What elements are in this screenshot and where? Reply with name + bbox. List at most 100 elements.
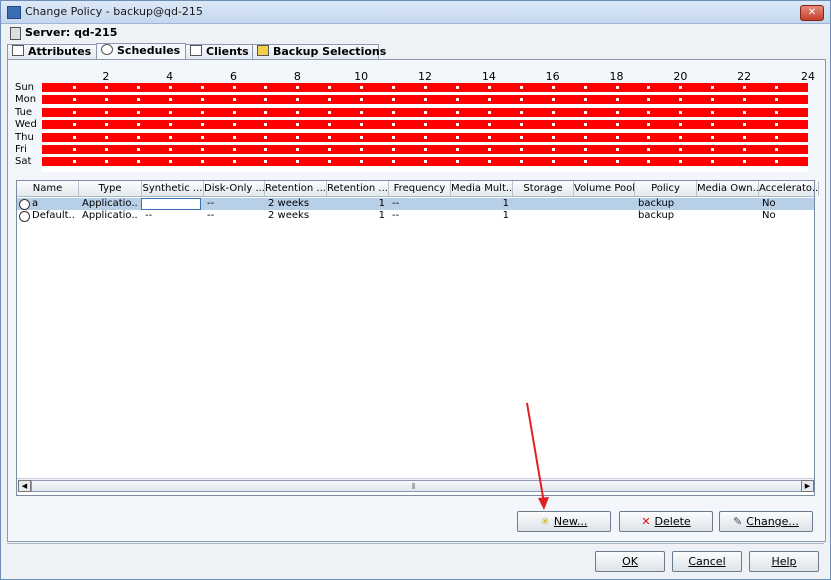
- scrollbar-thumb[interactable]: ⦀: [31, 480, 802, 492]
- star-new-icon: ✳: [540, 515, 550, 528]
- hour-tick: [328, 148, 332, 151]
- hour-tick: [743, 135, 747, 139]
- delete-button[interactable]: ✕ Delete: [619, 511, 713, 532]
- change-button[interactable]: ✎ Change...: [719, 511, 813, 532]
- hour-tick: [136, 86, 140, 89]
- schedules-table: Name Type Synthetic ... Disk-Only ... Retent…: [16, 180, 819, 496]
- column-header[interactable]: Type: [79, 181, 142, 196]
- hour-label: 16: [545, 70, 560, 83]
- hour-tick: [72, 110, 76, 114]
- column-header[interactable]: Storage: [513, 181, 574, 196]
- hour-tick: [551, 123, 555, 127]
- hour-tick: [519, 123, 523, 127]
- tab-schedules-label: Schedules: [117, 44, 181, 57]
- hour-tick: [519, 148, 523, 151]
- hour-tick: [711, 123, 715, 127]
- ok-button[interactable]: OK: [595, 551, 665, 572]
- hour-tick: [392, 123, 396, 127]
- hour-tick: [679, 110, 683, 114]
- tab-backup-selections[interactable]: Backup Selections: [252, 44, 386, 59]
- hour-tick: [232, 98, 236, 102]
- table-cell-accelerator: No: [762, 198, 776, 209]
- column-header[interactable]: Retention ...: [327, 181, 389, 196]
- hour-tick: [679, 148, 683, 151]
- calendar-grid[interactable]: [42, 83, 808, 172]
- hour-tick: [104, 110, 108, 114]
- hour-tick: [392, 86, 396, 89]
- schedule-window-bar[interactable]: [42, 132, 808, 142]
- hour-tick: [264, 98, 268, 102]
- column-header[interactable]: Frequency: [389, 181, 451, 196]
- table-cell-disk-only: --: [207, 198, 215, 209]
- scroll-right-icon[interactable]: ▶: [801, 480, 814, 492]
- table-cell-name: Default...: [32, 210, 75, 221]
- hour-tick: [264, 148, 268, 151]
- schedule-window-bar[interactable]: [42, 157, 808, 167]
- hour-tick: [264, 123, 268, 127]
- hour-tick: [72, 98, 76, 102]
- hour-tick: [679, 123, 683, 127]
- hour-tick: [328, 123, 332, 127]
- hour-tick: [487, 98, 491, 102]
- column-header[interactable]: Disk-Only ...: [204, 181, 265, 196]
- tab-clients[interactable]: Clients: [185, 44, 255, 59]
- hour-tick: [615, 123, 619, 127]
- clock-icon: [101, 44, 113, 55]
- hour-label: 2: [102, 70, 110, 83]
- schedule-window-bar[interactable]: [42, 120, 808, 130]
- horizontal-scrollbar[interactable]: ◀ ⦀ ▶: [17, 478, 814, 492]
- hour-label: 10: [354, 70, 369, 83]
- column-header[interactable]: Retention ...: [265, 181, 327, 196]
- close-button[interactable]: ✕: [800, 5, 824, 21]
- day-label: Sat: [15, 156, 32, 168]
- schedule-window-bar[interactable]: [42, 145, 808, 154]
- tab-backup-selections-label: Backup Selections: [273, 45, 387, 58]
- help-button[interactable]: Help: [749, 551, 819, 572]
- new-button[interactable]: ✳ New...: [517, 511, 611, 532]
- hour-tick: [519, 160, 523, 164]
- hour-tick: [296, 148, 300, 151]
- column-header[interactable]: Media Own...: [697, 181, 759, 196]
- column-header[interactable]: Accelerato...: [759, 181, 819, 196]
- tab-schedules[interactable]: Schedules: [96, 43, 186, 60]
- table-cell-policy: backup: [638, 210, 675, 221]
- hour-label: 8: [293, 70, 301, 83]
- hour-tick: [487, 135, 491, 139]
- hour-tick: [583, 160, 587, 164]
- hour-tick: [136, 110, 140, 114]
- schedule-window-bar[interactable]: [42, 107, 808, 117]
- hour-tick: [264, 110, 268, 114]
- column-header[interactable]: Media Mult...: [451, 181, 513, 196]
- grip-icon: ⦀: [412, 482, 416, 491]
- tab-attributes[interactable]: Attributes: [7, 44, 99, 59]
- hour-tick: [519, 110, 523, 114]
- hour-tick: [775, 135, 779, 139]
- column-header[interactable]: Policy: [635, 181, 697, 196]
- day-label: Wed: [15, 119, 37, 131]
- schedule-window-bar[interactable]: [42, 95, 808, 105]
- cell-focus-box: [141, 198, 201, 210]
- hour-tick: [775, 148, 779, 151]
- hour-tick: [136, 135, 140, 139]
- schedule-window-bar[interactable]: [42, 83, 808, 92]
- policy-app-icon: [7, 6, 21, 19]
- hour-tick: [296, 86, 300, 89]
- tab-clients-label: Clients: [206, 45, 249, 58]
- table-row[interactable]: Default... Applicatio... -- -- 2 weeks 1 -- 1 ba…: [17, 210, 814, 222]
- table-cell-media-owner: [700, 198, 755, 210]
- hour-tick: [392, 110, 396, 114]
- cancel-button[interactable]: Cancel: [672, 551, 742, 572]
- hour-tick: [679, 160, 683, 164]
- hour-tick: [647, 86, 651, 89]
- hour-tick: [647, 98, 651, 102]
- column-header[interactable]: Name: [17, 181, 79, 196]
- column-header[interactable]: Synthetic ...: [142, 181, 204, 196]
- column-header[interactable]: Volume Pool: [574, 181, 635, 196]
- scroll-left-icon[interactable]: ◀: [18, 480, 31, 492]
- table-row[interactable]: aApplicatio...----2 weeks1--1backupNo: [17, 198, 814, 210]
- hour-tick: [264, 160, 268, 164]
- table-cell-type: Applicatio...: [82, 198, 138, 209]
- schedule-calendar[interactable]: 2 4 6 8 10 12 14 16 18 20 22 24 Sun Mon Tue Wed Thu Fri Sa…: [15, 70, 815, 175]
- hour-tick: [168, 148, 172, 151]
- server-icon: [10, 27, 21, 40]
